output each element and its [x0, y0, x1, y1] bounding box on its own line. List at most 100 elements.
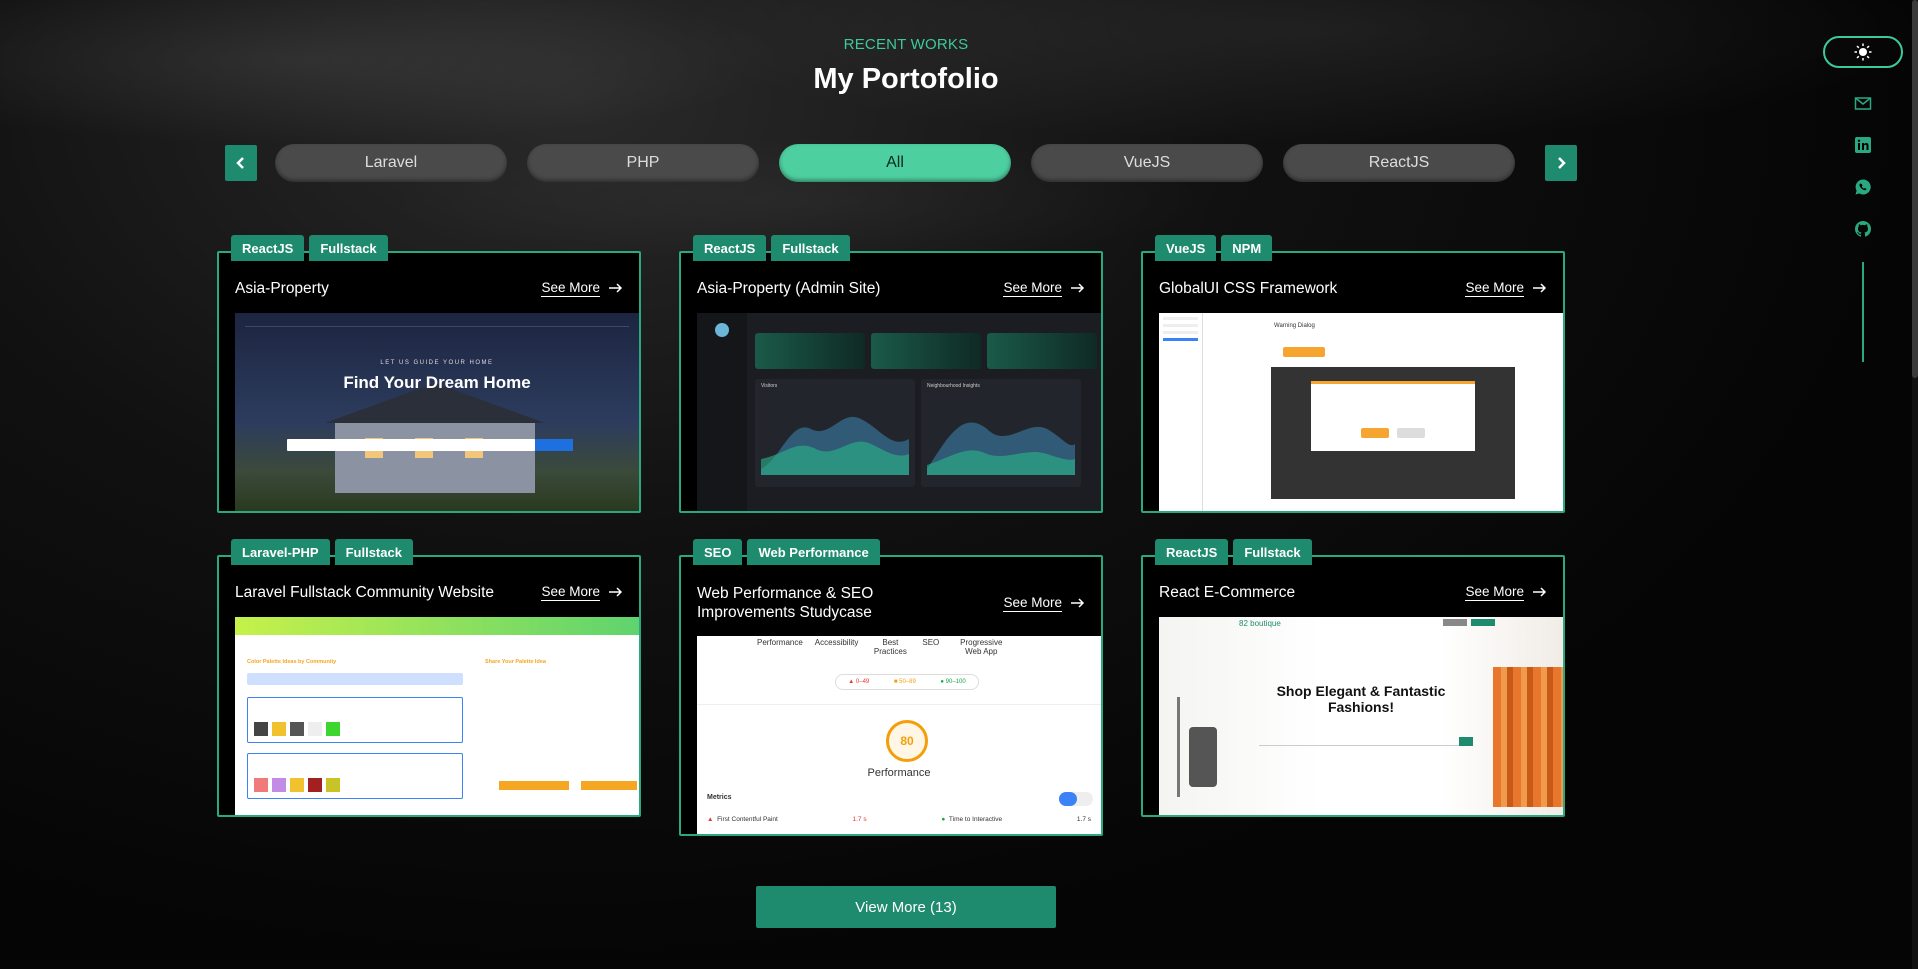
portfolio-card[interactable]: Laravel-PHP Fullstack Laravel Fullstack …	[217, 539, 641, 817]
see-more-label: See More	[541, 279, 600, 297]
card-title: Laravel Fullstack Community Website	[235, 583, 494, 601]
theme-toggle[interactable]	[1823, 36, 1903, 68]
tag: ReactJS	[1155, 539, 1229, 565]
see-more-label: See More	[1465, 583, 1524, 601]
see-more-link[interactable]: See More	[541, 584, 623, 601]
portfolio-card[interactable]: ReactJS Fullstack Asia-Property See More…	[217, 235, 641, 513]
see-more-label: See More	[1465, 279, 1524, 297]
thumb-info	[247, 673, 463, 685]
sun-icon	[1854, 43, 1872, 61]
see-more-link[interactable]: See More	[1465, 584, 1547, 601]
tag: Web Performance	[747, 539, 880, 565]
side-divider	[1862, 262, 1864, 362]
prev-filter-button[interactable]	[225, 145, 257, 181]
thumb-button	[1283, 347, 1325, 357]
thumb-button	[581, 781, 637, 790]
lighthouse-tab: Accessibility	[814, 638, 859, 647]
see-more-link[interactable]: See More	[1465, 280, 1547, 297]
thumb-navbar	[235, 617, 639, 635]
filter-laravel[interactable]: Laravel	[275, 144, 507, 182]
whatsapp-icon[interactable]	[1854, 178, 1872, 196]
next-filter-button[interactable]	[1545, 145, 1577, 181]
stat-card	[871, 333, 981, 369]
portfolio-card[interactable]: ReactJS Fullstack React E-Commerce See M…	[1141, 539, 1565, 817]
area-chart	[927, 422, 1075, 475]
chevron-left-icon	[236, 157, 244, 169]
side-social-bar	[1822, 36, 1904, 362]
tag: NPM	[1221, 235, 1273, 261]
see-more-link[interactable]: See More	[1003, 595, 1085, 612]
see-more-link[interactable]: See More	[541, 280, 623, 297]
chart-panel-title: Neighbourhood Insights	[927, 383, 980, 389]
portfolio-card[interactable]: VueJS NPM GlobalUI CSS Framework See Mor…	[1141, 235, 1565, 513]
section-eyebrow: RECENT WORKS	[843, 36, 969, 53]
tag-list: ReactJS Fullstack	[1155, 539, 1312, 565]
filter-vuejs[interactable]: VueJS	[1031, 144, 1263, 182]
filter-carousel: Laravel PHP All VueJS ReactJS	[225, 144, 1577, 182]
tag: ReactJS	[693, 235, 767, 261]
portfolio-card[interactable]: SEO Web Performance Web Performance & SE…	[679, 539, 1103, 836]
tag-list: ReactJS Fullstack	[231, 235, 388, 261]
lighthouse-tabs: Performance Accessibility Best Practices…	[757, 638, 1011, 656]
lighthouse-tab: Progressive Web App	[960, 638, 1003, 656]
card-title: GlobalUI CSS Framework	[1159, 279, 1338, 297]
arrow-right-icon	[609, 587, 623, 597]
github-icon[interactable]	[1854, 220, 1872, 238]
stat-card	[987, 333, 1097, 369]
tag: Fullstack	[309, 235, 388, 261]
thumb-left-heading: Color Palette Ideas by Community	[247, 659, 337, 665]
tag: ReactJS	[231, 235, 305, 261]
see-more-label: See More	[1003, 279, 1062, 297]
chart-panel: Neighbourhood Insights	[921, 379, 1081, 487]
hero-search	[287, 439, 535, 451]
tag-list: ReactJS Fullstack	[693, 235, 850, 261]
tag-list: Laravel-PHP Fullstack	[231, 539, 413, 565]
card-title: React E-Commerce	[1159, 583, 1296, 601]
chevron-right-icon	[1558, 157, 1566, 169]
brand-logo: 82 boutique	[1239, 619, 1281, 628]
metric-value: 1.7 s	[1076, 816, 1091, 823]
tag: Fullstack	[771, 235, 850, 261]
portfolio-card[interactable]: ReactJS Fullstack Asia-Property (Admin S…	[679, 235, 1103, 513]
legend-label: 50–89	[899, 679, 916, 685]
tag: Laravel-PHP	[231, 539, 330, 565]
card-title: Asia-Property (Admin Site)	[697, 279, 881, 297]
metric-name: Time to Interactive	[948, 816, 1003, 823]
arrow-right-icon	[1071, 598, 1085, 608]
tag: Fullstack	[1233, 539, 1312, 565]
filter-reactjs[interactable]: ReactJS	[1283, 144, 1515, 182]
arrow-right-icon	[1533, 587, 1547, 597]
lighthouse-tab: SEO	[922, 638, 940, 647]
palette-card	[247, 753, 463, 799]
hero-kicker: LET US GUIDE YOUR HOME	[380, 360, 494, 366]
chart-panel: Visitors	[755, 379, 915, 487]
card-title: Asia-Property	[235, 279, 329, 297]
see-more-link[interactable]: See More	[1003, 280, 1085, 297]
arrow-right-icon	[609, 283, 623, 293]
legend-label: 90–100	[945, 679, 966, 685]
lighthouse-tab: Performance	[757, 638, 803, 647]
linkedin-icon[interactable]	[1854, 136, 1872, 154]
filter-php[interactable]: PHP	[527, 144, 759, 182]
view-toggle	[1059, 792, 1093, 806]
dialog-preview	[1311, 381, 1475, 451]
filter-all[interactable]: All	[779, 144, 1011, 182]
performance-label: Performance	[867, 767, 931, 779]
metric-row: ▲ First Contentful Paint 1.7 s ● Time to…	[707, 816, 1091, 823]
hero-search	[1259, 737, 1459, 746]
view-more-button[interactable]: View More (13)	[756, 886, 1056, 928]
project-screenshot: Color Palette Ideas by Community Share Y…	[235, 617, 639, 815]
clothes-rack-right	[1493, 667, 1563, 807]
lighthouse-tab: Best Practices	[873, 638, 907, 656]
page-scrollbar[interactable]	[1912, 0, 1918, 969]
scrollbar-thumb[interactable]	[1912, 0, 1918, 378]
thumb-right-heading: Share Your Palette Idea	[485, 659, 546, 665]
thumb-sidebar	[697, 313, 747, 511]
tag-list: SEO Web Performance	[693, 539, 880, 565]
section-header: RECENT WORKS My Portofolio	[0, 36, 1812, 96]
tag: VueJS	[1155, 235, 1217, 261]
project-screenshot: LET US GUIDE YOUR HOME Find Your Dream H…	[235, 313, 639, 511]
arrow-right-icon	[1071, 283, 1085, 293]
mail-icon[interactable]	[1854, 94, 1872, 112]
metrics-heading: Metrics	[707, 794, 732, 801]
